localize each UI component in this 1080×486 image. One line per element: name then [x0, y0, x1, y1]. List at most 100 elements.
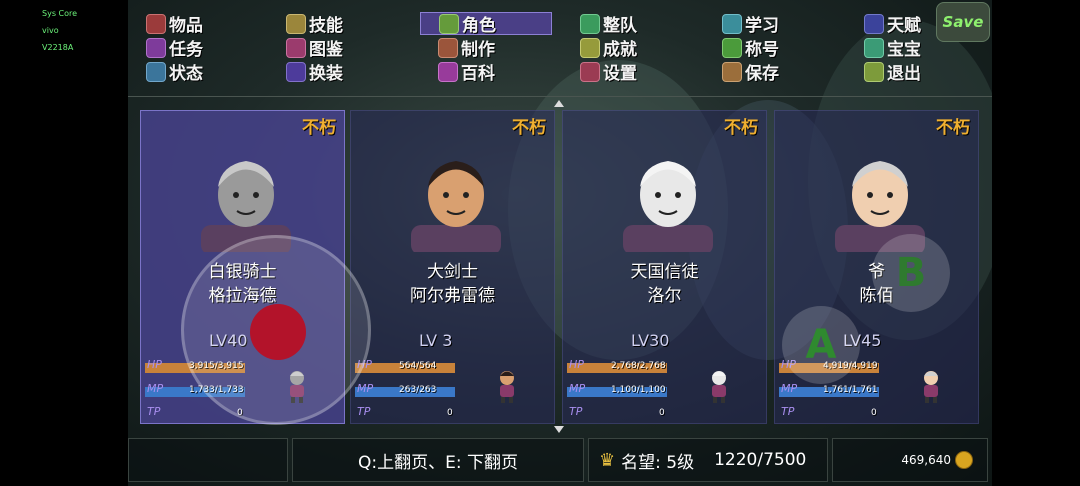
reputation-text: 名望: 5级 [621, 452, 695, 473]
scroll-up-icon[interactable] [554, 100, 564, 107]
menu-item-label: 整队 [603, 16, 637, 36]
rank-badge: 不朽 [512, 118, 546, 138]
pet-icon [864, 37, 884, 58]
menu-item-6[interactable]: 任务 [128, 36, 260, 60]
page-hint-text: Q:上翻页、E: 下翻页 [358, 452, 518, 473]
rank-badge: 不朽 [724, 118, 758, 138]
potion-icon [864, 13, 884, 34]
menu-item-17[interactable]: 退出 [846, 60, 978, 84]
menu-item-label: 角色 [462, 16, 496, 36]
hanger-icon [286, 61, 306, 82]
gear-icon [580, 61, 600, 82]
status-icon [146, 61, 166, 82]
anvil-icon [438, 37, 458, 58]
menu-item-label: 退出 [887, 64, 921, 84]
menu-item-label: 学习 [745, 16, 779, 36]
character-level: LV30 [631, 331, 670, 350]
menu-item-label: 物品 [169, 16, 203, 36]
bag-icon [146, 13, 166, 34]
menu-item-8[interactable]: 制作 [420, 36, 552, 60]
menu-item-label: 成就 [603, 40, 637, 60]
floppy-icon [722, 61, 742, 82]
menu-item-label: 图鉴 [309, 40, 343, 60]
character-portrait [401, 147, 511, 252]
tp-value: 0 [659, 408, 665, 418]
page-hint-panel: Q:上翻页、E: 下翻页 [292, 438, 584, 482]
reputation-progress: 1220/7500 [714, 450, 807, 470]
menu-item-10[interactable]: 称号 [704, 36, 836, 60]
menu-item-9[interactable]: 成就 [562, 36, 694, 60]
footer-bar: Q:上翻页、E: 下翻页 ♛ 名望: 5级 1220/7500 469,640 [128, 436, 992, 486]
character-class: 大剑士 [427, 262, 478, 282]
crown-icon: ♛ [599, 449, 616, 471]
coin-icon [955, 451, 973, 469]
menu-item-label: 百科 [461, 64, 495, 84]
tp-value: 0 [871, 408, 877, 418]
encyclopedia-icon [438, 61, 458, 82]
scroll-icon [146, 37, 166, 58]
exit-icon [864, 61, 884, 82]
menu-item-2[interactable]: 角色 [420, 12, 552, 36]
trophy-icon [580, 37, 600, 58]
mask-icon [439, 13, 459, 34]
character-name: 阿尔弗雷德 [410, 286, 495, 306]
menu-item-label: 状态 [169, 64, 203, 84]
save-quick-button[interactable]: Save [936, 2, 990, 42]
rank-badge: 不朽 [936, 118, 970, 138]
menu-item-label: 保存 [745, 64, 779, 84]
tp-label: TP [357, 405, 371, 418]
menu-item-label: 换装 [309, 64, 343, 84]
character-level: LV 3 [419, 331, 453, 350]
menu-item-label: 任务 [169, 40, 203, 60]
character-portrait [613, 147, 723, 252]
mp-value: 1,100/1,100 [611, 385, 666, 395]
mp-value: 263/263 [399, 385, 437, 395]
mp-label: MP [781, 382, 798, 395]
virtual-joystick[interactable] [181, 235, 371, 425]
character-name: 洛尔 [647, 286, 682, 306]
menu-item-16[interactable]: 保存 [704, 60, 836, 84]
tp-value: 0 [447, 408, 453, 418]
menu-item-0[interactable]: 物品 [128, 12, 260, 36]
scroll-down-icon[interactable] [554, 426, 564, 433]
system-label-3: V2218A [42, 43, 74, 52]
main-menu: 物品 技能 角色 整队 学习 天赋任务 图鉴 制作 成就 称号 宝宝状态 换装 百科 设置 保存 退出 [128, 0, 992, 97]
a-button[interactable]: A [782, 306, 860, 384]
character-class: 天国信徒 [630, 262, 699, 282]
menu-item-label: 技能 [309, 16, 343, 36]
hp-value: 564/564 [399, 361, 437, 371]
tp-label: TP [569, 405, 583, 418]
menu-item-label: 称号 [745, 40, 779, 60]
mp-label: MP [147, 382, 164, 395]
menu-item-3[interactable]: 整队 [562, 12, 694, 36]
menu-item-label: 天赋 [887, 16, 921, 36]
rank-badge: 不朽 [302, 118, 336, 138]
gold-amount: 469,640 [901, 453, 951, 467]
menu-item-label: 宝宝 [887, 40, 921, 60]
sword-icon [286, 13, 306, 34]
menu-item-15[interactable]: 设置 [562, 60, 694, 84]
menu-item-1[interactable]: 技能 [268, 12, 400, 36]
menu-item-13[interactable]: 换装 [268, 60, 400, 84]
hp-label: HP [147, 358, 162, 371]
menu-item-4[interactable]: 学习 [704, 12, 836, 36]
joystick-knob[interactable] [250, 304, 306, 360]
tp-label: TP [781, 405, 795, 418]
system-label-1: Sys Core [42, 9, 78, 18]
b-button[interactable]: B [872, 234, 950, 312]
character-sprite [494, 369, 520, 403]
character-card[interactable]: 不朽 天国信徒 洛尔 LV30 HP 2,768/2,768 MP 1,100/1,100 TP… [562, 110, 767, 424]
menu-item-label: 设置 [603, 64, 637, 84]
menu-item-12[interactable]: 状态 [128, 60, 260, 84]
menu-item-7[interactable]: 图鉴 [268, 36, 400, 60]
reputation-panel: ♛ 名望: 5级 1220/7500 [588, 438, 828, 482]
character-sprite [918, 369, 944, 403]
menu-item-14[interactable]: 百科 [420, 60, 552, 84]
hp-value: 2,768/2,768 [611, 361, 666, 371]
album-icon [286, 37, 306, 58]
medal-icon [722, 37, 742, 58]
character-sprite [706, 369, 732, 403]
flag-icon [580, 13, 600, 34]
gold-panel: 469,640 [832, 438, 988, 482]
character-card[interactable]: 不朽 大剑士 阿尔弗雷德 LV 3 HP 564/564 MP 263/263 TP 0 [350, 110, 555, 424]
